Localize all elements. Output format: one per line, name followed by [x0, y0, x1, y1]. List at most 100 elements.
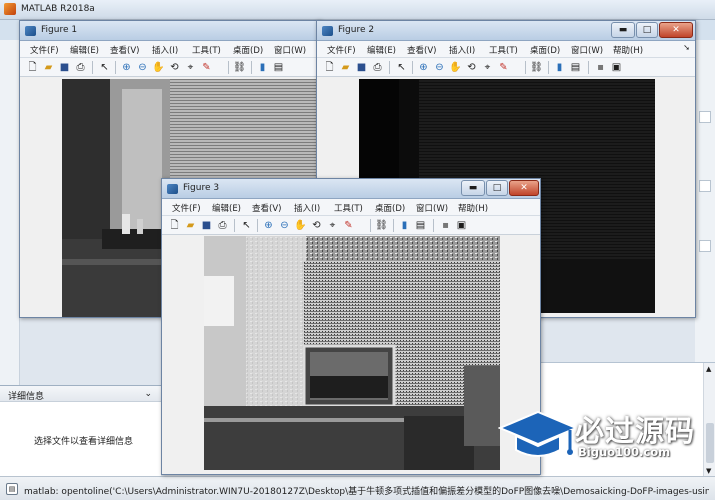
- dock-nub[interactable]: [699, 111, 711, 123]
- figure-1-titlebar[interactable]: Figure 1: [20, 21, 320, 41]
- hide-tools-icon[interactable]: ▪: [439, 219, 452, 232]
- legend-icon[interactable]: ▤: [272, 61, 285, 74]
- menu-insert[interactable]: 插入(I): [449, 44, 475, 56]
- close-button[interactable]: ✕: [509, 180, 539, 196]
- dock-icon[interactable]: ▣: [455, 219, 468, 232]
- zoom-in-icon[interactable]: ⊕: [417, 61, 430, 74]
- menu-view[interactable]: 查看(V): [110, 44, 139, 56]
- figure-3-window[interactable]: Figure 3 ▬ □ ✕ 文件(F) 编辑(E) 查看(V) 插入(I) 工…: [161, 178, 541, 475]
- watermark-url-text: Biguo100.com: [578, 445, 671, 459]
- chevron-down-icon[interactable]: ⌄: [144, 389, 152, 399]
- close-button[interactable]: ✕: [659, 22, 693, 38]
- figure-2-titlebar[interactable]: Figure 2 ▬ □ ✕: [317, 21, 695, 41]
- new-file-icon[interactable]: 🗋: [26, 61, 39, 74]
- figure-icon: [322, 26, 333, 36]
- menu-window[interactable]: 窗口(W): [274, 44, 306, 56]
- menu-desktop[interactable]: 桌面(D): [233, 44, 263, 56]
- menu-insert[interactable]: 插入(I): [152, 44, 178, 56]
- menu-file[interactable]: 文件(F): [327, 44, 356, 56]
- open-file-icon[interactable]: ▰: [42, 61, 55, 74]
- zoom-out-icon[interactable]: ⊖: [278, 219, 291, 232]
- hide-tools-icon[interactable]: ▪: [594, 61, 607, 74]
- maximize-button[interactable]: □: [486, 180, 508, 196]
- scroll-down-icon[interactable]: ▼: [706, 467, 711, 475]
- minimize-button[interactable]: ▬: [611, 22, 635, 38]
- left-dock-strip: [0, 40, 20, 385]
- figure-2-toolbar: 🗋 ▰ ■ ⎙ ↖ ⊕ ⊖ ✋ ⟲ ⌖ ✎ ⛓ ▮ ▤ ▪ ▣: [317, 58, 695, 77]
- pan-icon[interactable]: ✋: [152, 61, 165, 74]
- zoom-in-icon[interactable]: ⊕: [262, 219, 275, 232]
- matlab-window-title: MATLAB R2018a: [21, 4, 95, 14]
- minimize-button[interactable]: ▬: [461, 180, 485, 196]
- zoom-out-icon[interactable]: ⊖: [136, 61, 149, 74]
- pan-icon[interactable]: ✋: [449, 61, 462, 74]
- link-icon[interactable]: ⛓: [375, 219, 388, 232]
- figure-3-titlebar[interactable]: Figure 3 ▬ □ ✕: [162, 179, 540, 199]
- menu-view[interactable]: 查看(V): [252, 202, 281, 214]
- pointer-icon[interactable]: ↖: [98, 61, 111, 74]
- brush-icon[interactable]: ✎: [497, 61, 510, 74]
- dock-icon[interactable]: ▣: [610, 61, 623, 74]
- scroll-up-icon[interactable]: ▲: [706, 365, 711, 373]
- figure-1-toolbar: 🗋 ▰ ■ ⎙ ↖ ⊕ ⊖ ✋ ⟲ ⌖ ✎ ⛓ ▮ ▤: [20, 58, 320, 77]
- figure-3-canvas: [162, 235, 540, 474]
- link-icon[interactable]: ⛓: [530, 61, 543, 74]
- rotate-icon[interactable]: ⟲: [168, 61, 181, 74]
- legend-icon[interactable]: ▤: [414, 219, 427, 232]
- menu-file[interactable]: 文件(F): [30, 44, 59, 56]
- print-icon[interactable]: ⎙: [371, 61, 384, 74]
- watermark: 必过源码 Biguo100.com: [498, 404, 703, 466]
- data-cursor-icon[interactable]: ⌖: [184, 61, 197, 74]
- menu-tools[interactable]: 工具(T): [334, 202, 363, 214]
- menu-help[interactable]: 帮助(H): [458, 202, 488, 214]
- zoom-in-icon[interactable]: ⊕: [120, 61, 133, 74]
- colorbar-icon[interactable]: ▮: [398, 219, 411, 232]
- pointer-icon[interactable]: ↖: [395, 61, 408, 74]
- menu-view[interactable]: 查看(V): [407, 44, 436, 56]
- menu-window[interactable]: 窗口(W): [571, 44, 603, 56]
- menu-help[interactable]: 帮助(H): [613, 44, 643, 56]
- brush-icon[interactable]: ✎: [200, 61, 213, 74]
- save-icon[interactable]: ■: [200, 219, 213, 232]
- save-icon[interactable]: ■: [58, 61, 71, 74]
- details-panel-header[interactable]: 详细信息 ⌄: [0, 386, 161, 402]
- menu-tools[interactable]: 工具(T): [489, 44, 518, 56]
- menu-edit[interactable]: 编辑(E): [212, 202, 241, 214]
- menu-edit[interactable]: 编辑(E): [70, 44, 99, 56]
- colorbar-icon[interactable]: ▮: [553, 61, 566, 74]
- dock-nub[interactable]: [699, 180, 711, 192]
- figure-icon: [167, 184, 178, 194]
- menu-desktop[interactable]: 桌面(D): [530, 44, 560, 56]
- data-cursor-icon[interactable]: ⌖: [326, 219, 339, 232]
- colorbar-icon[interactable]: ▮: [256, 61, 269, 74]
- new-file-icon[interactable]: 🗋: [323, 61, 336, 74]
- rotate-icon[interactable]: ⟲: [310, 219, 323, 232]
- menu-window[interactable]: 窗口(W): [416, 202, 448, 214]
- new-file-icon[interactable]: 🗋: [168, 219, 181, 232]
- save-icon[interactable]: ■: [355, 61, 368, 74]
- dock-nub[interactable]: [699, 240, 711, 252]
- legend-icon[interactable]: ▤: [569, 61, 582, 74]
- menu-desktop[interactable]: 桌面(D): [375, 202, 405, 214]
- menu-insert[interactable]: 插入(I): [294, 202, 320, 214]
- pointer-icon[interactable]: ↖: [240, 219, 253, 232]
- data-cursor-icon[interactable]: ⌖: [481, 61, 494, 74]
- details-panel: 详细信息 ⌄ 选择文件以查看详细信息: [0, 385, 161, 476]
- dock-arrow-icon[interactable]: ➘: [683, 43, 690, 52]
- scrollbar-thumb[interactable]: [706, 423, 714, 463]
- menu-edit[interactable]: 编辑(E): [367, 44, 396, 56]
- command-window-scrollbar[interactable]: ▲ ▼: [703, 363, 715, 477]
- pan-icon[interactable]: ✋: [294, 219, 307, 232]
- maximize-button[interactable]: □: [636, 22, 658, 38]
- brush-icon[interactable]: ✎: [342, 219, 355, 232]
- zoom-out-icon[interactable]: ⊖: [433, 61, 446, 74]
- menu-file[interactable]: 文件(F): [172, 202, 201, 214]
- print-icon[interactable]: ⎙: [216, 219, 229, 232]
- open-file-icon[interactable]: ▰: [184, 219, 197, 232]
- link-icon[interactable]: ⛓: [233, 61, 246, 74]
- print-icon[interactable]: ⎙: [74, 61, 87, 74]
- rotate-icon[interactable]: ⟲: [465, 61, 478, 74]
- open-file-icon[interactable]: ▰: [339, 61, 352, 74]
- figure-3-title: Figure 3: [183, 183, 220, 193]
- menu-tools[interactable]: 工具(T): [192, 44, 221, 56]
